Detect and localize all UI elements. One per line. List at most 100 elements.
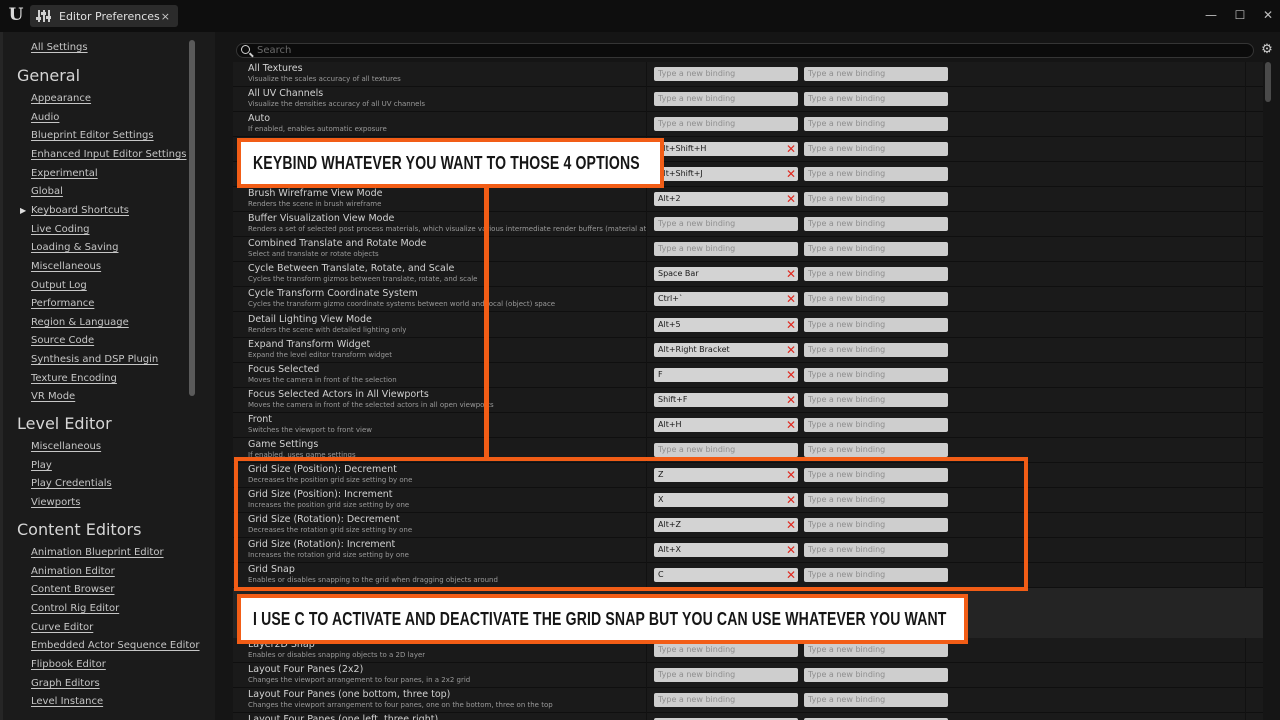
primary-binding-field[interactable]: Alt+Right Bracket	[654, 342, 798, 357]
sidebar-item-animation-blueprint-editor[interactable]: Animation Blueprint Editor	[31, 547, 164, 559]
close-icon[interactable]: ×	[161, 10, 170, 23]
secondary-binding-field[interactable]: Type a new binding	[804, 317, 948, 332]
secondary-binding-field[interactable]: Type a new binding	[804, 142, 948, 157]
primary-binding-field[interactable]: F	[654, 367, 798, 382]
sidebar-item-flipbook-editor[interactable]: Flipbook Editor	[31, 659, 106, 671]
sidebar-item-play-credentials[interactable]: Play Credentials	[31, 478, 112, 490]
column-divider	[1245, 688, 1246, 714]
shortcut-title: All Textures	[248, 63, 303, 74]
tab-title: Editor Preferences	[59, 9, 160, 23]
sidebar-item-keyboard-shortcuts[interactable]: Keyboard Shortcuts	[31, 205, 129, 217]
sidebar-all-settings[interactable]: All Settings	[31, 42, 88, 54]
secondary-binding-field[interactable]: Type a new binding	[804, 217, 948, 232]
secondary-binding-field[interactable]: Type a new binding	[804, 192, 948, 207]
sidebar-item-appearance[interactable]: Appearance	[31, 93, 91, 105]
primary-binding-field[interactable]: Alt+Shift+H	[654, 142, 798, 157]
tab-editor-preferences[interactable]: Editor Preferences ×	[30, 5, 178, 27]
secondary-binding-field[interactable]: Type a new binding	[804, 92, 948, 107]
primary-binding-field[interactable]: Type a new binding	[654, 693, 798, 708]
secondary-binding-field[interactable]: Type a new binding	[804, 668, 948, 683]
primary-binding-field[interactable]: Type a new binding	[654, 117, 798, 132]
sidebar-item-source-code[interactable]: Source Code	[31, 335, 94, 347]
sidebar-item-audio[interactable]: Audio	[31, 112, 59, 124]
grid-options-highlight	[234, 457, 1028, 591]
sidebar-item-control-rig-editor[interactable]: Control Rig Editor	[31, 603, 119, 615]
search-input[interactable]	[236, 43, 1254, 58]
primary-binding-field[interactable]: Type a new binding	[654, 92, 798, 107]
clear-binding-icon[interactable]: ✕	[784, 291, 798, 307]
secondary-binding-field[interactable]: Type a new binding	[804, 643, 948, 658]
sidebar-item-global[interactable]: Global	[31, 186, 63, 198]
sidebar-item-synthesis-and-dsp-plugin[interactable]: Synthesis and DSP Plugin	[31, 354, 158, 366]
column-divider	[646, 312, 647, 338]
maximize-button[interactable]: ☐	[1230, 6, 1250, 24]
sidebar-item-output-log[interactable]: Output Log	[31, 280, 87, 292]
sidebar-item-miscellaneous[interactable]: Miscellaneous	[31, 441, 101, 453]
sidebar-item-miscellaneous[interactable]: Miscellaneous	[31, 261, 101, 273]
sidebar-item-experimental[interactable]: Experimental	[31, 168, 98, 180]
secondary-binding-field[interactable]: Type a new binding	[804, 267, 948, 282]
secondary-binding-field[interactable]: Type a new binding	[804, 442, 948, 457]
primary-binding-field[interactable]: Space Bar	[654, 267, 798, 282]
primary-binding-field[interactable]: Alt+H	[654, 417, 798, 432]
sidebar-item-texture-encoding[interactable]: Texture Encoding	[31, 373, 117, 385]
secondary-binding-field[interactable]: Type a new binding	[804, 167, 948, 182]
sidebar-item-enhanced-input-editor-settings[interactable]: Enhanced Input Editor Settings	[31, 149, 187, 161]
primary-binding-field[interactable]: Type a new binding	[654, 643, 798, 658]
primary-binding-field[interactable]: Type a new binding	[654, 442, 798, 457]
secondary-binding-field[interactable]: Type a new binding	[804, 392, 948, 407]
shortcut-row: Auto If enabled, enables automatic exposu…	[233, 112, 1263, 138]
secondary-binding-field[interactable]: Type a new binding	[804, 292, 948, 307]
primary-binding-field[interactable]: Type a new binding	[654, 217, 798, 232]
secondary-binding-field[interactable]: Type a new binding	[804, 367, 948, 382]
clear-binding-icon[interactable]: ✕	[784, 191, 798, 207]
primary-binding-field[interactable]: Shift+F	[654, 392, 798, 407]
secondary-binding-field[interactable]: Type a new binding	[804, 693, 948, 708]
sidebar-item-animation-editor[interactable]: Animation Editor	[31, 566, 115, 578]
main-scrollbar[interactable]	[1265, 62, 1271, 102]
bottom-callout: I USE C TO ACTIVATE AND DEACTIVATE THE G…	[237, 594, 968, 644]
secondary-binding-field[interactable]: Type a new binding	[804, 67, 948, 81]
column-divider	[1245, 162, 1246, 188]
clear-binding-icon[interactable]: ✕	[784, 317, 798, 333]
sidebar-item-graph-editors[interactable]: Graph Editors	[31, 678, 100, 690]
primary-binding-field[interactable]: Type a new binding	[654, 668, 798, 683]
secondary-binding-field[interactable]: Type a new binding	[804, 117, 948, 132]
sidebar-item-content-browser[interactable]: Content Browser	[31, 584, 114, 596]
clear-binding-icon[interactable]: ✕	[784, 367, 798, 383]
gear-icon[interactable]: ⚙	[1260, 43, 1274, 57]
secondary-binding-field[interactable]: Type a new binding	[804, 242, 948, 257]
sidebar-item-play[interactable]: Play	[31, 460, 52, 472]
sidebar-item-viewports[interactable]: Viewports	[31, 497, 80, 509]
primary-binding-field[interactable]: Ctrl+`	[654, 292, 798, 307]
clear-binding-icon[interactable]: ✕	[784, 417, 798, 433]
secondary-binding-field[interactable]: Type a new binding	[804, 342, 948, 357]
sidebar-item-blueprint-editor-settings[interactable]: Blueprint Editor Settings	[31, 130, 154, 142]
sidebar-scrollbar[interactable]	[189, 40, 195, 396]
sidebar-item-performance[interactable]: Performance	[31, 298, 94, 310]
sidebar-item-level-instance[interactable]: Level Instance	[31, 696, 103, 708]
primary-binding-field[interactable]: Alt+2	[654, 192, 798, 207]
clear-binding-icon[interactable]: ✕	[784, 392, 798, 408]
secondary-binding-field[interactable]: Type a new binding	[804, 417, 948, 432]
window-close-button[interactable]: ✕	[1258, 6, 1278, 24]
shortcut-row: All UV Channels Visualize the densities a…	[233, 87, 1263, 113]
clear-binding-icon[interactable]: ✕	[784, 266, 798, 282]
sidebar-item-region-language[interactable]: Region & Language	[31, 317, 129, 329]
primary-binding-field[interactable]: Type a new binding	[654, 242, 798, 257]
primary-binding-field[interactable]: Type a new binding	[654, 67, 798, 81]
clear-binding-icon[interactable]: ✕	[784, 342, 798, 358]
primary-binding-field[interactable]: Alt+Shift+J	[654, 167, 798, 182]
sidebar-item-embedded-actor-sequence-editor[interactable]: Embedded Actor Sequence Editor	[31, 640, 200, 652]
clear-binding-icon[interactable]: ✕	[784, 141, 798, 157]
sidebar-item-vr-mode[interactable]: VR Mode	[31, 391, 75, 403]
unreal-logo-icon[interactable]: U	[6, 5, 26, 25]
clear-binding-icon[interactable]: ✕	[784, 166, 798, 182]
sidebar-item-loading-saving[interactable]: Loading & Saving	[31, 242, 118, 254]
column-divider	[1245, 87, 1246, 113]
minimize-button[interactable]: —	[1201, 6, 1221, 24]
sidebar-item-curve-editor[interactable]: Curve Editor	[31, 622, 93, 634]
editor-preferences-window: U Editor Preferences × — ☐ ✕ All Setting…	[0, 0, 1280, 720]
sidebar-item-live-coding[interactable]: Live Coding	[31, 224, 90, 236]
primary-binding-field[interactable]: Alt+5	[654, 317, 798, 332]
